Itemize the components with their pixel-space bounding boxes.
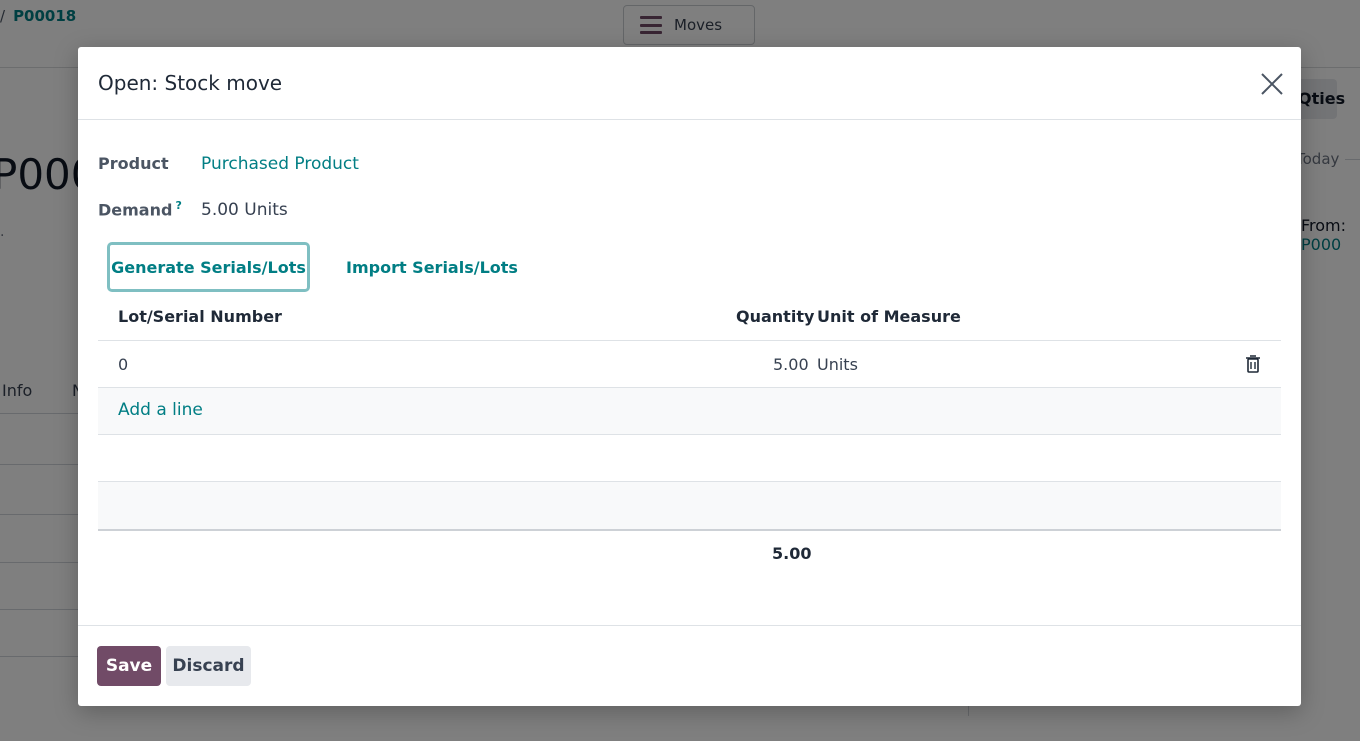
generate-serials-button[interactable]: Generate Serials/Lots xyxy=(107,242,310,292)
column-quantity[interactable]: Quantity xyxy=(736,307,814,326)
save-button[interactable]: Save xyxy=(97,646,161,686)
discard-button[interactable]: Discard xyxy=(166,646,251,686)
column-lot-serial[interactable]: Lot/Serial Number xyxy=(118,307,282,326)
product-label: Product xyxy=(98,154,169,173)
product-link[interactable]: Purchased Product xyxy=(201,154,359,174)
quantity-total: 5.00 xyxy=(772,544,812,563)
table-footer-divider xyxy=(98,529,1281,531)
trash-icon[interactable] xyxy=(1244,354,1262,374)
modal-footer: Save Discard xyxy=(78,625,1301,706)
table-header: Lot/Serial Number Quantity Unit of Measu… xyxy=(98,294,1281,341)
modal-title: Open: Stock move xyxy=(98,71,283,95)
close-button[interactable] xyxy=(1258,70,1286,98)
import-serials-button[interactable]: Import Serials/Lots xyxy=(328,242,536,292)
demand-label: Demand? xyxy=(98,199,182,219)
demand-value: 5.00 Units xyxy=(201,200,288,220)
empty-row xyxy=(98,482,1281,529)
demand-label-text: Demand xyxy=(98,200,173,220)
modal-header: Open: Stock move xyxy=(78,47,1301,120)
quantity-cell[interactable]: 5.00 xyxy=(773,355,809,374)
help-tooltip-icon[interactable]: ? xyxy=(175,199,181,212)
table-row[interactable]: 0 5.00 Units xyxy=(98,341,1281,388)
lot-serial-cell[interactable]: 0 xyxy=(118,355,128,374)
uom-cell[interactable]: Units xyxy=(817,355,858,374)
close-icon xyxy=(1261,73,1283,95)
add-line-link[interactable]: Add a line xyxy=(118,400,203,420)
empty-row xyxy=(98,435,1281,482)
stock-move-dialog: Open: Stock move Product Purchased Produ… xyxy=(78,47,1301,706)
add-line-row: Add a line xyxy=(98,388,1281,435)
column-unit-of-measure[interactable]: Unit of Measure xyxy=(817,307,961,326)
